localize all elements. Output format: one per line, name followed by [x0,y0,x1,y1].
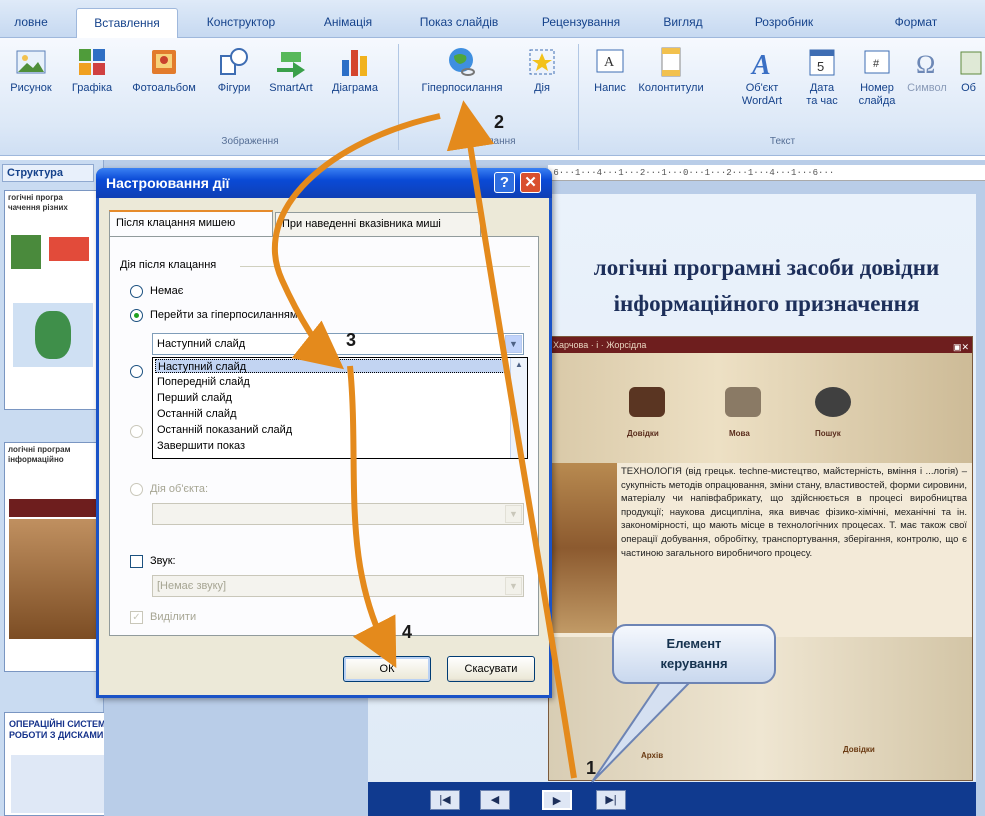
instruction-arrows [271,100,577,779]
arrow-step-2-to-3 [271,113,441,370]
arrow-step-1-to-2 [446,100,577,779]
step-number-4: 4 [402,622,413,642]
arrow-step-3-to-4 [347,365,397,668]
step-number-3: 3 [346,330,357,350]
step-number-2: 2 [494,112,505,132]
step-number-1: 1 [586,758,597,778]
